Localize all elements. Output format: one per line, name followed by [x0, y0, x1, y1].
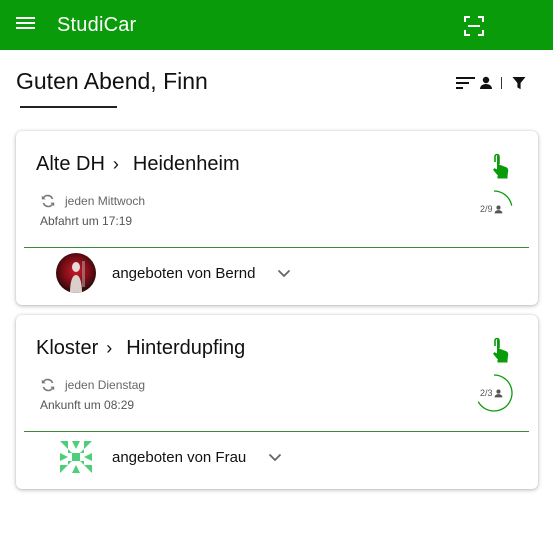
filter-icon[interactable]: [512, 76, 526, 90]
route-from: Kloster: [36, 337, 99, 359]
offered-by-text: angeboten von Frau: [112, 448, 247, 466]
route: Kloster › Hinterdupfing: [36, 337, 245, 360]
route-to: Hinterdupfing: [126, 337, 246, 359]
card-divider: [24, 431, 529, 432]
seats-count: 2/3: [480, 388, 493, 398]
offered-by-text: angeboten von Bernd: [112, 264, 256, 282]
card-divider: [24, 247, 529, 248]
repeat-icon: [41, 194, 55, 208]
seats-count: 2/9: [480, 204, 493, 214]
person-small-icon: [494, 389, 502, 397]
recurrence-text: jeden Dienstag: [65, 378, 146, 392]
repeat-icon: [41, 378, 55, 392]
person-icon[interactable]: [479, 76, 493, 90]
touch-app-icon[interactable]: [490, 153, 512, 179]
route-separator: ›: [112, 154, 119, 174]
sort-icon[interactable]: [456, 76, 476, 90]
ride-card[interactable]: Kloster › Hinterdupfing jeden Dienstag A…: [16, 315, 538, 489]
time-info: Abfahrt um 17:19: [40, 214, 133, 228]
toolbar-separator: [501, 77, 502, 89]
driver-avatar: [56, 437, 96, 477]
offered-by-row[interactable]: angeboten von Bernd: [56, 252, 291, 294]
app-title: StudiCar: [57, 14, 137, 36]
route-to: Heidenheim: [132, 153, 240, 175]
touch-app-icon[interactable]: [490, 337, 512, 363]
list-toolbar: [456, 74, 526, 92]
chevron-down-icon[interactable]: [277, 269, 291, 278]
driver-avatar: [56, 253, 96, 293]
app-bar: StudiCar: [0, 0, 553, 50]
recurrence: jeden Mittwoch: [40, 193, 145, 209]
route: Alte DH › Heidenheim: [36, 153, 240, 176]
route-from: Alte DH: [36, 153, 105, 175]
offered-by-row[interactable]: angeboten von Frau: [56, 436, 282, 478]
seats-indicator: 2/9: [474, 189, 514, 229]
chevron-down-icon[interactable]: [268, 453, 282, 462]
seats-indicator: 2/3: [474, 373, 514, 413]
recurrence: jeden Dienstag: [40, 377, 145, 393]
ride-card[interactable]: Alte DH › Heidenheim jeden Mittwoch Abfa…: [16, 131, 538, 305]
person-small-icon: [494, 205, 502, 213]
menu-icon[interactable]: [16, 15, 40, 35]
greeting-title: Guten Abend, Finn: [16, 68, 208, 94]
time-info: Ankunft um 08:29: [40, 398, 135, 412]
greeting-underline: [20, 106, 117, 108]
recurrence-text: jeden Mittwoch: [65, 194, 146, 208]
route-separator: ›: [106, 338, 113, 358]
qr-scan-icon[interactable]: [462, 14, 486, 38]
